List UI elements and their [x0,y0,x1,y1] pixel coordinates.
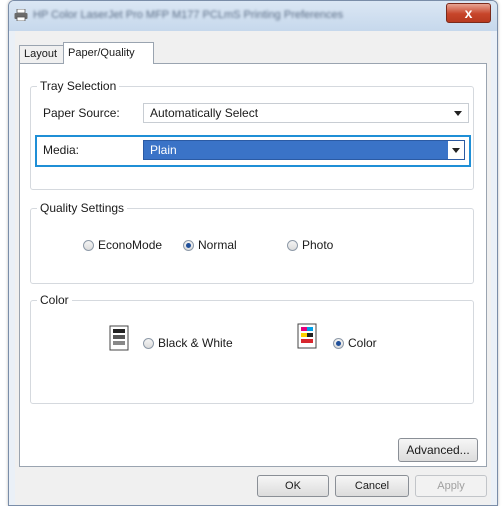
photo-label: Photo [302,238,334,252]
paper-source-label: Paper Source: [43,106,120,120]
tray-selection-title: Tray Selection [37,79,120,93]
radio-button-icon [143,338,154,349]
radio-button-checked-icon [183,240,194,251]
cancel-button[interactable]: Cancel [335,475,409,497]
photo-radio[interactable]: Photo [287,237,333,253]
tab-page-paper-quality: Tray Selection Paper Source: Automatical… [19,63,487,467]
paper-source-dropdown[interactable]: Automatically Select [143,103,469,123]
econo-mode-label: EconoMode [98,238,163,252]
color-label: Color [348,336,377,350]
tab-layout[interactable]: Layout [19,45,64,63]
quality-settings-title: Quality Settings [37,201,128,215]
title-bar: HP Color LaserJet Pro MFP M177 PCLmS Pri… [9,1,497,31]
chevron-down-icon [452,148,460,153]
color-document-icon [297,323,317,349]
dialog-client-area: Layout Paper/Quality Tray Selection Pape… [15,31,491,505]
media-value: Plain [150,143,177,157]
radio-button-icon [83,240,94,251]
radio-button-icon [287,240,298,251]
radio-button-checked-icon [333,338,344,349]
close-button[interactable]: x [446,3,491,23]
printing-preferences-dialog: HP Color LaserJet Pro MFP M177 PCLmS Pri… [8,0,498,506]
ok-button[interactable]: OK [257,475,329,497]
media-label: Media: [43,143,80,157]
black-white-radio[interactable]: Black & White [143,335,233,351]
paper-source-value: Automatically Select [150,106,259,120]
econo-mode-radio[interactable]: EconoMode [83,237,162,253]
quality-settings-group: Quality Settings EconoMode Normal Photo [30,201,474,284]
normal-label: Normal [198,238,237,252]
black-white-label: Black & White [158,336,233,350]
grayscale-document-icon [109,325,129,351]
normal-radio[interactable]: Normal [183,237,237,253]
color-title: Color [37,293,72,307]
tray-selection-group: Tray Selection Paper Source: Automatical… [30,79,474,190]
color-radio[interactable]: Color [333,335,377,351]
color-group: Color Black & White Color [30,293,474,404]
media-dropdown[interactable]: Plain [143,140,465,160]
window-title: HP Color LaserJet Pro MFP M177 PCLmS Pri… [33,9,344,21]
printer-icon [14,9,28,21]
advanced-button[interactable]: Advanced... [398,438,478,462]
chevron-down-icon [454,111,462,116]
apply-button[interactable]: Apply [415,475,487,497]
tab-paper-quality[interactable]: Paper/Quality [63,42,154,64]
